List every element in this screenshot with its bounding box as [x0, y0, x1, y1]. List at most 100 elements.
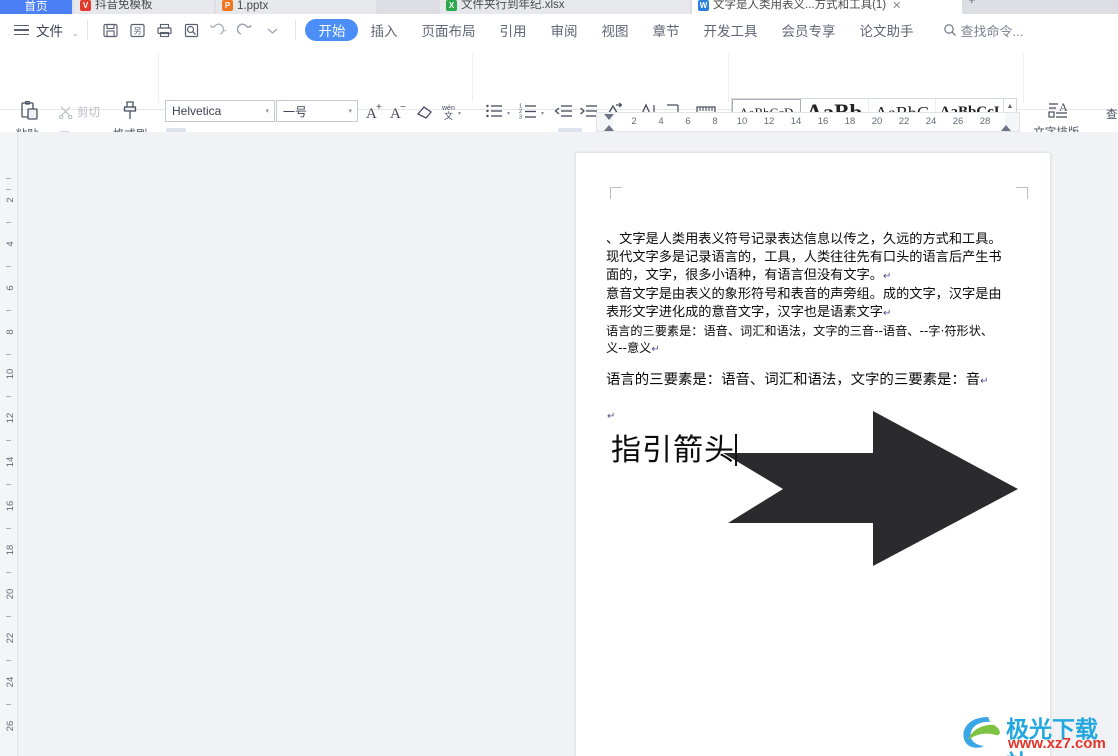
shrink-font-icon: A− [389, 102, 408, 121]
svg-text:−: − [400, 102, 406, 113]
ribbon-tab-developer[interactable]: 开发工具 [691, 18, 769, 42]
chevron-down-icon[interactable]: ▾ [458, 110, 461, 117]
window-tab-4-active[interactable]: W 文字是人类用表义...方式和工具(1) ✕ [692, 0, 962, 14]
chevron-down-icon[interactable]: ▾ [348, 107, 352, 115]
vertical-ruler[interactable]: 2 4 6 8 10 12 14 16 18 20 22 24 26 28 30 [0, 132, 18, 756]
ruler-tick [6, 616, 11, 617]
cut-button: 剪切 [58, 104, 100, 120]
ribbon-tab-page-layout[interactable]: 页面布局 [409, 18, 487, 42]
red-app-icon: V [80, 0, 91, 11]
ruler-number: 12 [5, 413, 16, 424]
window-tab-strip: 首页 V 抖音免模板 P 1.pptx X 文件夹行到年纪.xlsx W 文字是… [0, 0, 1118, 14]
window-tab-2[interactable]: P 1.pptx [216, 0, 376, 14]
print-icon[interactable] [151, 17, 178, 43]
bullet-list-icon [485, 102, 504, 121]
font-size-input[interactable]: 一号 ▾ [276, 100, 358, 122]
paragraph-mark-icon: ↵ [980, 376, 988, 387]
font-name-input[interactable]: Helvetica ▾ [165, 100, 275, 122]
ruler-number: 18 [845, 116, 856, 127]
watermark-url: www.xz7.com [1008, 735, 1106, 752]
font-size-value: 一号 [283, 103, 307, 120]
ribbon-tab-review[interactable]: 审阅 [538, 18, 589, 42]
increase-indent-button[interactable] [578, 100, 598, 122]
file-menu-button[interactable]: 文件 ⌄ [36, 20, 78, 40]
chevron-down-icon[interactable]: ▾ [265, 107, 269, 115]
grow-font-button[interactable]: A+ [364, 100, 384, 122]
undo-icon[interactable] [205, 17, 232, 43]
decrease-indent-button[interactable] [553, 100, 573, 122]
ruler-tick [6, 310, 11, 311]
close-icon[interactable]: ✕ [892, 0, 901, 12]
pinyin-guide-button[interactable]: wén文 [438, 100, 460, 122]
paragraph-mark-icon: ↵ [883, 271, 891, 282]
window-tab-label: 文字是人类用表义...方式和工具(1) [713, 0, 886, 12]
orange-ppt-icon: P [222, 0, 233, 11]
ribbon-tab-start[interactable]: 开始 [305, 19, 358, 41]
ribbon-tab-section[interactable]: 章节 [640, 18, 691, 42]
format-painter-icon [118, 100, 142, 124]
window-tab-3[interactable]: X 文件夹行到年纪.xlsx [440, 0, 690, 14]
document-heading[interactable]: 指引箭头 [611, 425, 737, 469]
find-button-label: 查 [1106, 106, 1118, 122]
cut-label: 剪切 [77, 104, 100, 120]
find-command-box[interactable]: 查找命令... [943, 21, 1023, 40]
paragraph-line: 表形文字进化成的意音文字，汉字也是语素文字↵ [606, 304, 1026, 323]
pinyin-guide-icon: wén文 [440, 102, 459, 121]
svg-text:A: A [1059, 100, 1068, 114]
print-preview-icon[interactable] [178, 17, 205, 43]
increase-indent-icon [579, 102, 598, 121]
document-body[interactable]: 、文字是人类用表义符号记录表达信息以传之，久远的方式和工具。 现代文字多是记录语… [606, 231, 1026, 392]
redo-icon[interactable] [232, 17, 259, 43]
ribbon-tab-member[interactable]: 会员专享 [769, 18, 847, 42]
svg-text:另: 另 [134, 26, 142, 35]
ribbon-tab-insert[interactable]: 插入 [358, 18, 409, 42]
window-tab-home[interactable]: 首页 [0, 0, 72, 14]
window-tab-label: 抖音免模板 [95, 0, 153, 12]
svg-text:+: + [376, 102, 382, 113]
ruler-number: 12 [764, 116, 775, 127]
right-indent-marker[interactable] [1001, 125, 1011, 131]
svg-text:3: 3 [519, 114, 522, 120]
new-tab-button[interactable]: + [968, 0, 976, 7]
shrink-font-button[interactable]: A− [388, 100, 408, 122]
ribbon-tab-view[interactable]: 视图 [589, 18, 640, 42]
window-tab-label: 文件夹行到年纪.xlsx [461, 0, 565, 12]
paste-icon [18, 100, 42, 124]
ruler-text-area [613, 113, 1005, 131]
bullets-button[interactable] [484, 100, 504, 122]
numbering-button[interactable]: 123 [518, 100, 538, 122]
window-tab-1[interactable]: V 抖音免模板 [74, 0, 214, 14]
ruler-tick [6, 484, 11, 485]
customize-icon[interactable] [259, 17, 286, 43]
green-excel-icon: X [446, 0, 457, 11]
divider [295, 20, 296, 40]
svg-text:wén: wén [441, 105, 455, 112]
find-button[interactable]: 查 [1106, 106, 1118, 122]
scroll-up-icon[interactable]: ▲ [1007, 103, 1014, 110]
eraser-icon [415, 102, 434, 121]
chevron-down-icon[interactable]: ▾ [507, 110, 510, 117]
left-indent-marker[interactable] [604, 125, 614, 131]
document-canvas[interactable]: 、文字是人类用表义符号记录表达信息以传之，久远的方式和工具。 现代文字多是记录语… [18, 132, 1118, 756]
document-page[interactable]: 、文字是人类用表义符号记录表达信息以传之，久远的方式和工具。 现代文字多是记录语… [576, 153, 1050, 756]
ruler-number: 26 [5, 721, 16, 732]
ribbon-tab-thesis-assistant[interactable]: 论文助手 [847, 18, 925, 42]
search-icon [943, 23, 957, 37]
clear-format-button[interactable] [413, 100, 435, 122]
font-name-value: Helvetica [172, 104, 221, 118]
ruler-number: 26 [953, 116, 964, 127]
ruler-tick [6, 660, 11, 661]
right-arrow-shape[interactable] [723, 411, 1018, 566]
horizontal-ruler[interactable]: 2 4 6 8 10 12 14 16 18 20 22 24 26 28 [596, 112, 1020, 132]
ribbon-tab-references[interactable]: 引用 [487, 18, 538, 42]
ruler-number: 10 [737, 116, 748, 127]
save-as-icon[interactable]: 另 [124, 17, 151, 43]
first-line-indent-marker[interactable] [604, 114, 614, 120]
ruler-number: 2 [5, 197, 16, 202]
ruler-number: 20 [872, 116, 883, 127]
menu-icon[interactable] [14, 25, 29, 36]
text-cursor [735, 434, 737, 466]
chevron-down-icon[interactable]: ▾ [541, 110, 544, 117]
save-icon[interactable] [97, 17, 124, 43]
ruler-tick [6, 222, 11, 223]
